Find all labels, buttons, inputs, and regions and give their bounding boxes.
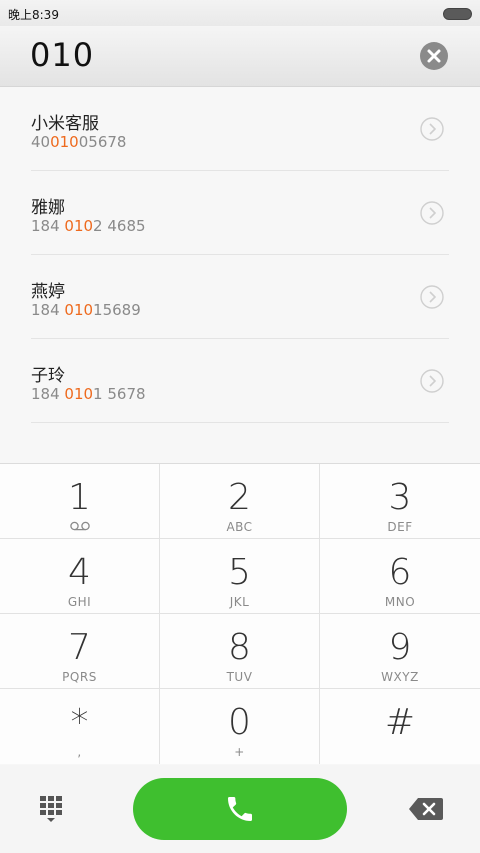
key-3[interactable]: 3 DEF [320, 464, 480, 539]
bottom-action-bar [0, 765, 480, 853]
number-suffix: 2 4685 [93, 217, 146, 235]
key-letters: PQRS [62, 670, 97, 684]
phone-icon [228, 797, 252, 821]
divider [31, 422, 449, 423]
key-letters: MNO [384, 595, 416, 609]
contact-name: 燕婷 [31, 282, 65, 302]
dial-pad: 1 2 ABC 3 DEF 4 GHI 5 JKL 6 MNO 7 PQRS 8… [0, 463, 480, 764]
clear-icon[interactable] [420, 42, 448, 70]
voicemail-icon [69, 521, 90, 531]
number-prefix: 40 [31, 133, 51, 151]
dialed-number[interactable]: 010 [30, 36, 94, 74]
number-suffix: 1 5678 [93, 385, 146, 403]
chevron-right-circle-icon[interactable] [420, 201, 444, 225]
key-digit: 1 [68, 477, 91, 518]
contact-item[interactable]: 燕婷 184 01015689 [0, 255, 480, 339]
key-star[interactable]: * , [0, 689, 160, 764]
status-bar: 晚上8:39 [0, 0, 480, 26]
key-digit: 7 [68, 627, 91, 668]
contact-number: 184 01015689 [31, 301, 141, 319]
call-button[interactable] [133, 778, 347, 840]
key-digit: 0 [228, 702, 251, 743]
contact-results-list: 小米客服 4001005678 雅娜 184 0102 4685 燕婷 184 … [0, 87, 480, 463]
key-letters: TUV [226, 670, 253, 684]
key-digit: 9 [388, 627, 412, 668]
number-match: 010 [64, 301, 94, 319]
contact-number: 4001005678 [31, 133, 126, 151]
number-match: 010 [50, 133, 79, 151]
contact-name: 雅娜 [31, 198, 65, 218]
key-digit: 5 [228, 552, 251, 593]
contact-number: 184 0102 4685 [31, 217, 146, 235]
key-digit: 3 [388, 477, 412, 518]
key-1[interactable]: 1 [0, 464, 160, 539]
key-digit: 4 [68, 552, 91, 593]
dial-input-bar: 010 [0, 26, 480, 87]
key-digit: # [384, 702, 416, 743]
chevron-right-circle-icon[interactable] [420, 369, 444, 393]
key-digit: * [70, 702, 89, 743]
key-letters: DEF [387, 520, 413, 534]
contact-name: 小米客服 [31, 114, 99, 134]
number-match: 010 [64, 217, 94, 235]
contact-item[interactable]: 子玲 184 0101 5678 [0, 339, 480, 423]
number-prefix: 184 [31, 301, 65, 319]
backspace-icon[interactable] [408, 797, 444, 821]
key-7[interactable]: 7 PQRS [0, 614, 160, 689]
key-6[interactable]: 6 MNO [320, 539, 480, 614]
key-5[interactable]: 5 JKL [160, 539, 320, 614]
contact-item[interactable]: 雅娜 184 0102 4685 [0, 171, 480, 255]
key-digit: 6 [388, 552, 412, 593]
dialpad-icon[interactable] [36, 794, 70, 824]
number-prefix: 184 [31, 385, 65, 403]
contact-item[interactable]: 小米客服 4001005678 [0, 87, 480, 171]
key-letters: ABC [226, 520, 253, 534]
key-digit: 2 [228, 477, 251, 518]
battery-icon [443, 8, 472, 20]
contact-name: 子玲 [31, 366, 65, 386]
key-digit: 8 [228, 627, 251, 668]
number-suffix: 15689 [93, 301, 141, 319]
key-letters: GHI [67, 595, 92, 609]
key-0[interactable]: 0 + [160, 689, 320, 764]
contact-number: 184 0101 5678 [31, 385, 146, 403]
number-match: 010 [64, 385, 94, 403]
key-hash[interactable]: # [320, 689, 480, 764]
key-2[interactable]: 2 ABC [160, 464, 320, 539]
key-letters: JKL [229, 595, 250, 609]
key-4[interactable]: 4 GHI [0, 539, 160, 614]
key-letters: , [77, 745, 82, 759]
number-suffix: 05678 [78, 133, 127, 151]
key-8[interactable]: 8 TUV [160, 614, 320, 689]
key-letters: + [234, 745, 245, 759]
chevron-right-circle-icon[interactable] [420, 285, 444, 309]
chevron-right-circle-icon[interactable] [420, 117, 444, 141]
key-9[interactable]: 9 WXYZ [320, 614, 480, 689]
number-prefix: 184 [31, 217, 65, 235]
status-time: 晚上8:39 [8, 8, 59, 22]
key-letters: WXYZ [381, 670, 419, 684]
